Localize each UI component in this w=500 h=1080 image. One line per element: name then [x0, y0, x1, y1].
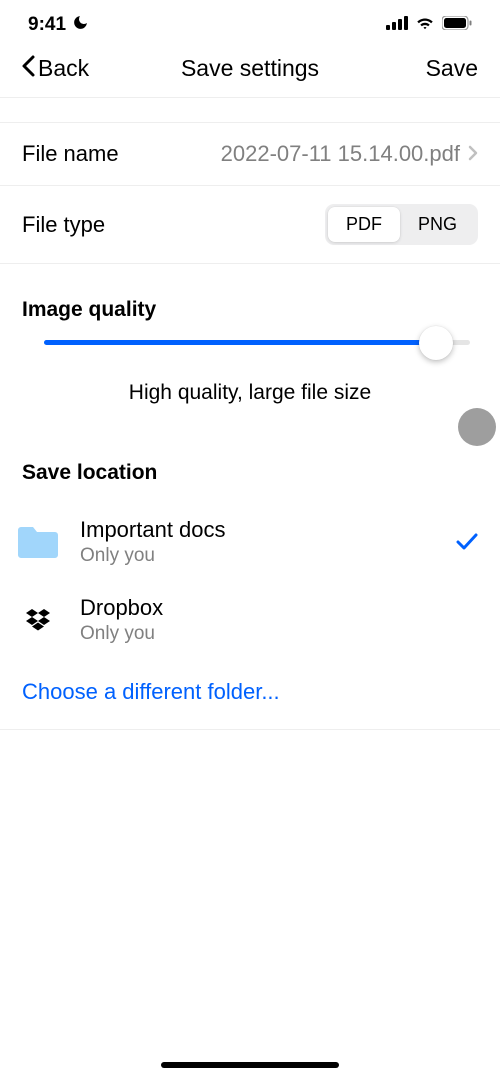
check-icon — [456, 527, 478, 558]
slider-fill — [44, 340, 436, 345]
quality-slider[interactable] — [0, 340, 500, 345]
file-settings-section: File name 2022-07-11 15.14.00.pdf File t… — [0, 122, 500, 264]
file-name-value: 2022-07-11 15.14.00.pdf — [221, 141, 460, 167]
moon-icon — [72, 14, 89, 36]
wifi-icon — [415, 14, 435, 36]
file-type-label: File type — [22, 212, 105, 238]
file-type-segmented: PDF PNG — [325, 204, 478, 245]
quality-caption: High quality, large file size — [0, 381, 500, 427]
location-item-title: Important docs — [80, 517, 438, 543]
slider-track — [44, 340, 470, 345]
chevron-left-icon — [20, 54, 36, 83]
location-item-important-docs[interactable]: Important docs Only you — [0, 503, 500, 581]
save-location-header: Save location — [0, 427, 500, 503]
file-name-value-wrap: 2022-07-11 15.14.00.pdf — [221, 141, 478, 167]
location-item-texts: Important docs Only you — [80, 517, 438, 567]
chevron-right-icon — [468, 141, 478, 167]
status-time: 9:41 — [28, 14, 66, 36]
location-item-subtitle: Only you — [80, 623, 478, 645]
segment-png[interactable]: PNG — [400, 207, 475, 242]
location-item-subtitle: Only you — [80, 545, 438, 567]
dropbox-icon — [14, 596, 62, 644]
back-button[interactable]: Back — [20, 54, 89, 83]
segment-pdf[interactable]: PDF — [328, 207, 400, 242]
nav-bar: Back Save settings Save — [0, 44, 500, 98]
status-left: 9:41 — [28, 14, 89, 36]
battery-icon — [442, 14, 472, 36]
choose-different-folder[interactable]: Choose a different folder... — [0, 659, 500, 730]
status-right — [386, 14, 472, 36]
location-item-title: Dropbox — [80, 595, 478, 621]
status-bar: 9:41 — [0, 0, 500, 44]
file-name-label: File name — [22, 141, 119, 167]
location-item-dropbox[interactable]: Dropbox Only you — [0, 581, 500, 659]
save-button[interactable]: Save — [426, 55, 478, 82]
home-indicator[interactable] — [161, 1062, 339, 1068]
assistive-touch-icon[interactable] — [458, 408, 496, 446]
location-item-texts: Dropbox Only you — [80, 595, 478, 645]
slider-thumb[interactable] — [419, 326, 453, 360]
file-name-row[interactable]: File name 2022-07-11 15.14.00.pdf — [0, 122, 500, 186]
page-title: Save settings — [181, 55, 319, 82]
folder-icon — [14, 518, 62, 566]
back-label: Back — [38, 55, 89, 82]
file-type-row: File type PDF PNG — [0, 186, 500, 264]
cellular-icon — [386, 14, 408, 36]
